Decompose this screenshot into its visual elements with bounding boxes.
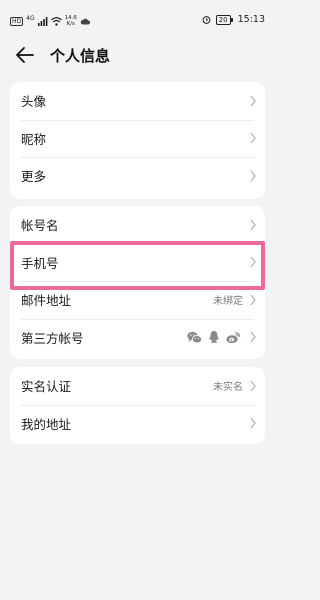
row-right [187, 319, 257, 357]
chevron-right-icon [250, 170, 256, 182]
battery-icon: 20 [215, 14, 233, 25]
chevron-right-icon [250, 417, 256, 429]
alarm-icon [202, 16, 211, 24]
row-label: 第三方帐号 [21, 330, 84, 346]
cloud-icon [80, 18, 90, 24]
row-avatar[interactable]: 头像 [10, 82, 265, 120]
row-nickname[interactable]: 昵称 [10, 119, 265, 158]
row-right [249, 405, 257, 443]
chevron-right-icon [250, 380, 256, 392]
row-third-party-accounts[interactable]: 第三方帐号 [10, 318, 265, 357]
chevron-right-icon [250, 331, 256, 343]
row-label: 帐号名 [21, 218, 59, 234]
status-bar: HD 4G 14.6 K/s 20 15:13 [0, 0, 276, 40]
speed-unit: K/s [66, 21, 75, 27]
row-right [249, 120, 257, 158]
network-type: 4G [26, 15, 35, 22]
row-label: 头像 [21, 94, 47, 110]
status-right: 20 15:13 [202, 14, 265, 25]
email-status: 未绑定 [213, 296, 243, 308]
chevron-right-icon [250, 132, 256, 144]
row-label: 邮件地址 [21, 293, 72, 309]
row-phone-number[interactable]: 手机号 [10, 243, 265, 282]
row-real-name-verification[interactable]: 实名认证 未实名 [10, 367, 265, 405]
status-left: HD 4G 14.6 K/s [10, 15, 90, 27]
row-label: 实名认证 [21, 379, 72, 395]
chevron-right-icon [250, 219, 256, 231]
row-account-name[interactable]: 帐号名 [10, 206, 265, 244]
clock: 15:13 [237, 14, 265, 25]
arrow-left-icon[interactable] [13, 43, 37, 67]
row-right [249, 157, 257, 195]
wifi-icon [50, 16, 62, 26]
row-right [249, 206, 257, 244]
signal-icon [37, 16, 48, 26]
verification-status: 未实名 [213, 382, 243, 394]
row-right [249, 244, 257, 282]
row-email[interactable]: 邮件地址 未绑定 [10, 281, 265, 319]
chevron-right-icon [250, 95, 256, 107]
qq-icon [209, 331, 219, 344]
profile-card: 头像 昵称 更多 [10, 82, 265, 199]
chevron-right-icon [250, 256, 256, 268]
hd-badge: HD [10, 16, 24, 26]
verification-card: 实名认证 未实名 我的地址 [10, 367, 265, 444]
row-label: 手机号 [21, 255, 59, 271]
header: 个人信息 [0, 40, 276, 70]
row-right: 未实名 [213, 367, 257, 405]
account-card: 帐号名 手机号 邮件地址 未绑定 第三方帐号 [10, 206, 265, 359]
row-label: 更多 [21, 169, 47, 185]
wechat-icon [187, 331, 202, 344]
row-label: 昵称 [21, 131, 47, 147]
row-right [249, 82, 257, 120]
chevron-right-icon [250, 294, 256, 306]
speed-indicator: 14.6 K/s [65, 15, 77, 27]
weibo-icon [226, 331, 241, 343]
row-label: 我的地址 [21, 416, 72, 432]
row-more[interactable]: 更多 [10, 157, 265, 195]
row-my-address[interactable]: 我的地址 [10, 404, 265, 443]
social-icons [187, 330, 241, 344]
page-title: 个人信息 [50, 47, 111, 65]
row-right: 未绑定 [213, 281, 257, 319]
